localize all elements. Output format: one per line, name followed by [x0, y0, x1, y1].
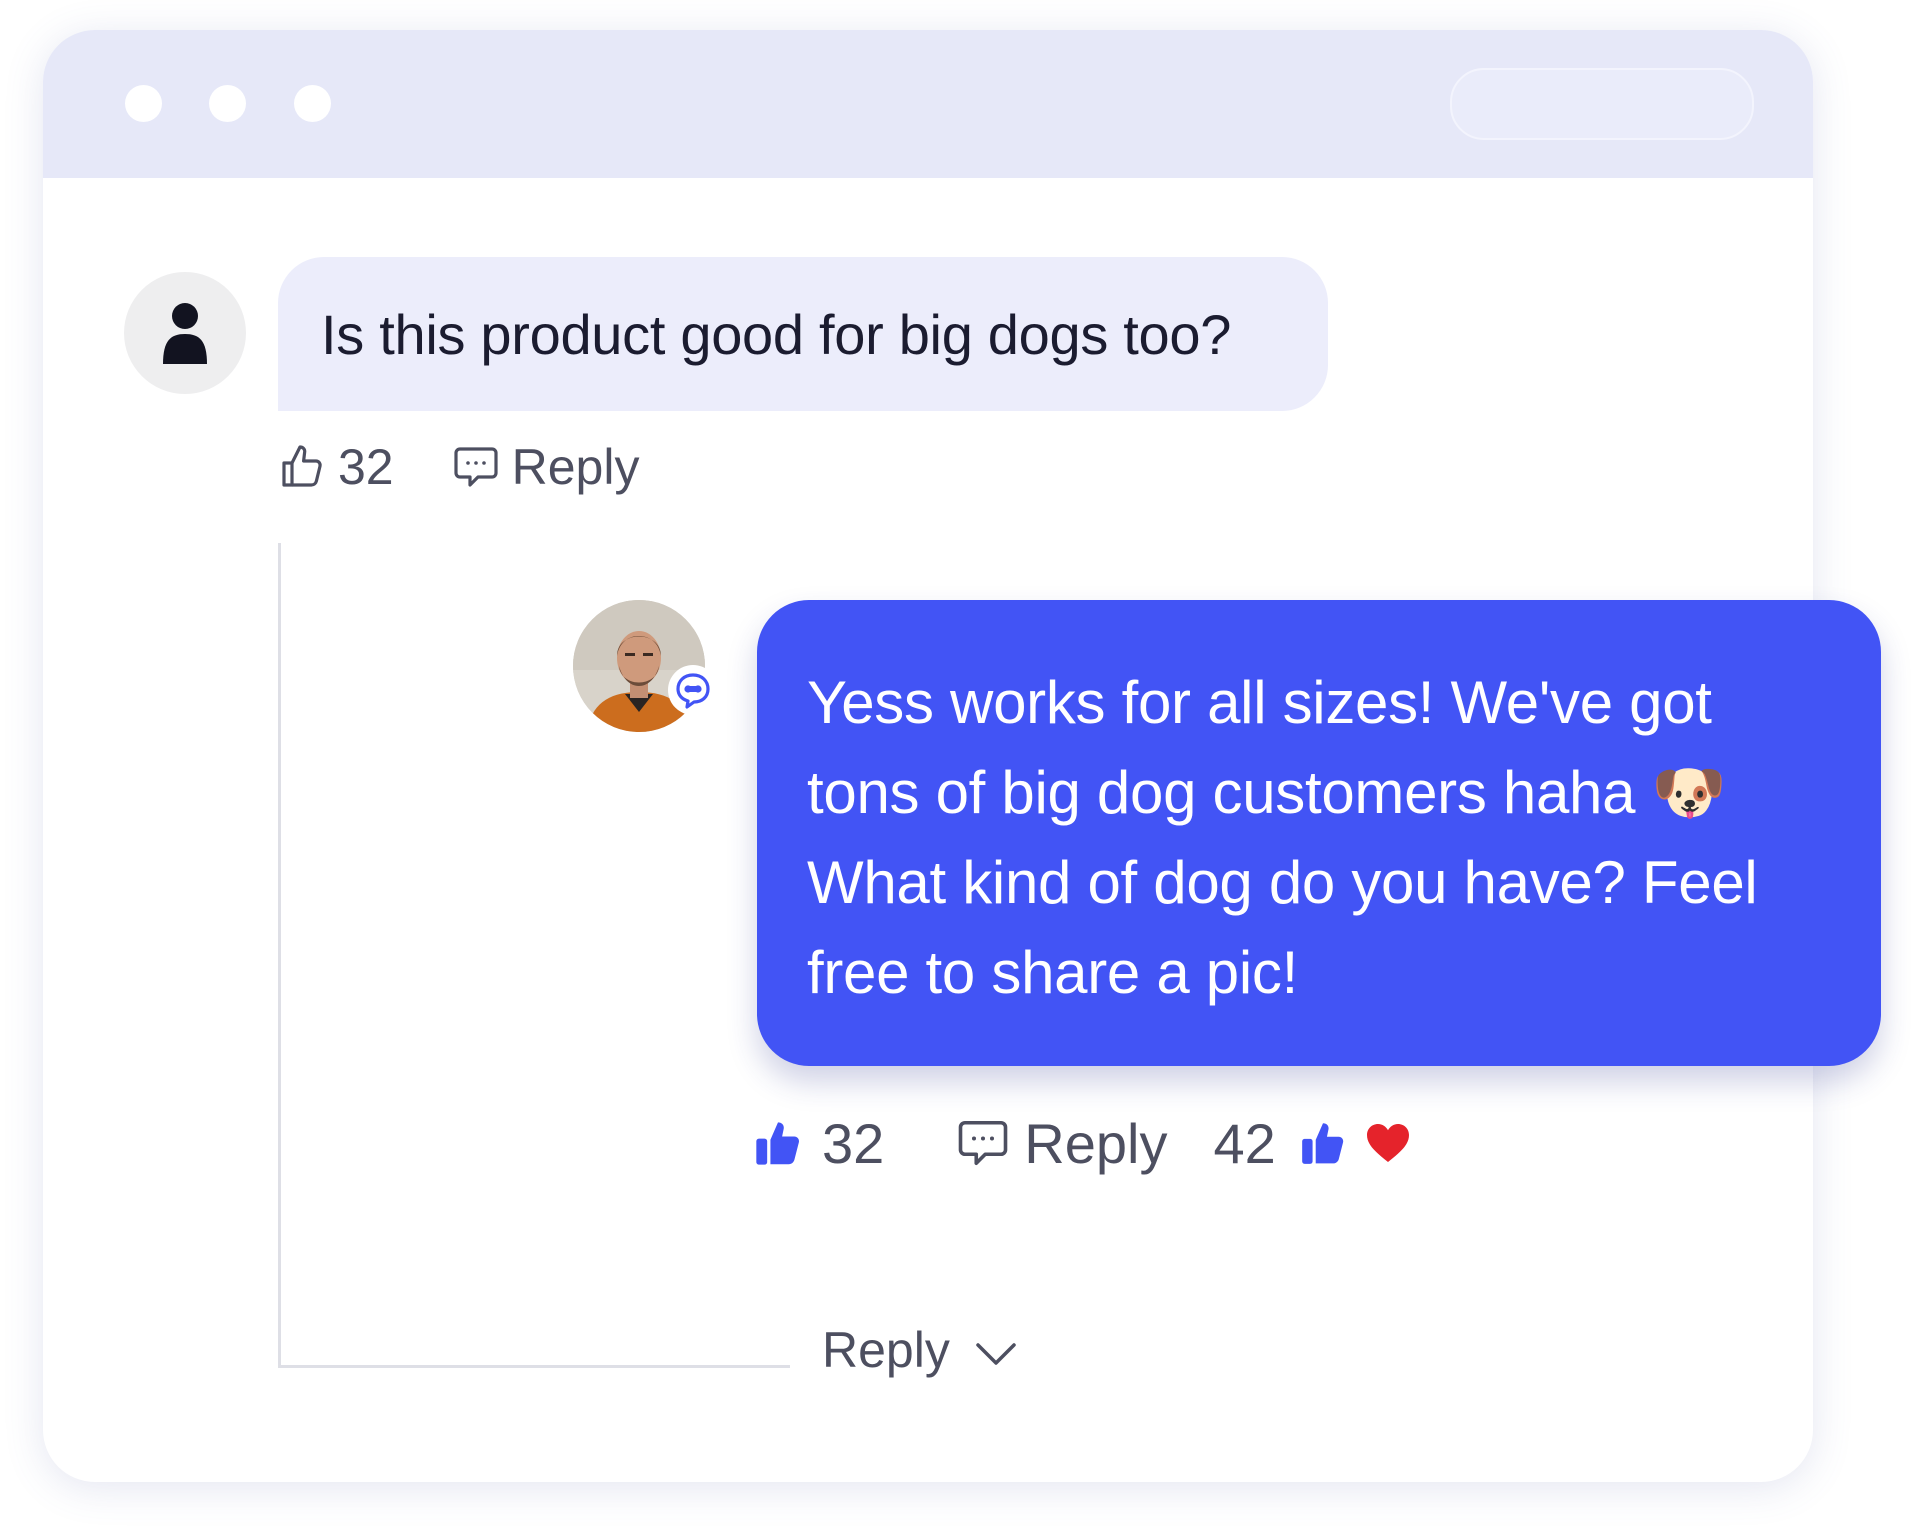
address-bar[interactable] [1450, 68, 1754, 140]
thumbs-up-filled-icon[interactable] [752, 1117, 804, 1169]
window-dot-2[interactable] [209, 85, 246, 122]
heart-icon[interactable] [1364, 1119, 1412, 1167]
reaction-count: 42 [1213, 1111, 1276, 1175]
question-reply-button[interactable]: Reply [512, 438, 640, 496]
answer-line-4: free to share a pic! [807, 939, 1298, 1006]
answer-bubble: Yess works for all sizes! We've got tons… [757, 600, 1881, 1066]
answer-actions: 32 Reply 42 [752, 1108, 1412, 1178]
thread-reply-toggle[interactable]: Reply [822, 1318, 1018, 1382]
window-dot-1[interactable] [125, 85, 162, 122]
answer-line-2: tons of big dog customers haha 🐶 [807, 759, 1726, 826]
question-actions: 32 Reply [278, 435, 639, 499]
question-like-count: 32 [338, 439, 394, 495]
answer-line-1: Yess works for all sizes! We've got [807, 669, 1712, 736]
question-bubble: Is this product good for big dogs too? [278, 257, 1328, 411]
thumbs-up-icon[interactable] [1298, 1118, 1348, 1168]
user-avatar [124, 272, 246, 394]
thread-reply-label[interactable]: Reply [822, 1321, 950, 1379]
comment-icon[interactable] [452, 443, 500, 491]
window-dot-3[interactable] [294, 85, 331, 122]
answer-line-3: What kind of dog do you have? Feel [807, 849, 1758, 916]
window-titlebar [43, 30, 1813, 178]
comment-icon[interactable] [956, 1116, 1010, 1170]
answer-like-count: 32 [822, 1111, 885, 1175]
user-silhouette-icon [163, 303, 207, 364]
chat-bot-badge-icon [670, 667, 716, 713]
question-text: Is this product good for big dogs too? [321, 302, 1232, 366]
chevron-down-icon[interactable] [974, 1339, 1018, 1369]
thumbs-up-outline-icon[interactable] [278, 443, 326, 491]
answer-reply-button[interactable]: Reply [1024, 1111, 1167, 1176]
